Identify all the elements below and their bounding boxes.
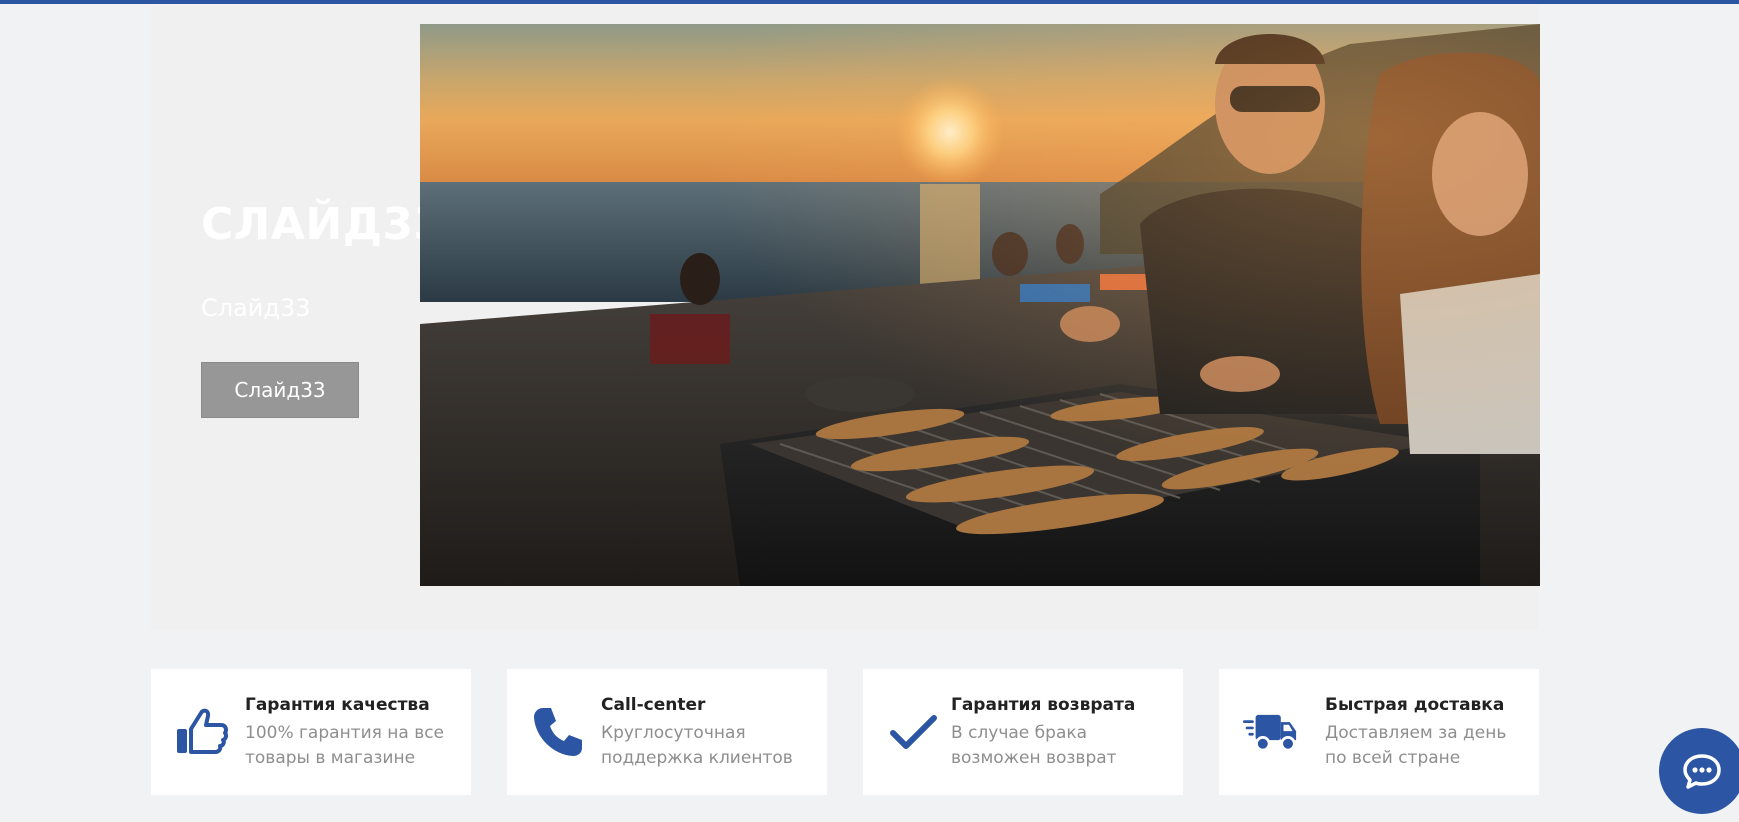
feature-desc-line: возможен возврат [951, 748, 1117, 768]
feature-description: Доставляем за день по всей стране [1325, 721, 1525, 771]
hero-photo [420, 24, 1540, 586]
thumbs-up-icon [177, 708, 229, 754]
chat-button[interactable] [1659, 728, 1739, 814]
feature-card-delivery: Быстрая доставка Доставляем за день по в… [1219, 669, 1539, 795]
feature-desc-line: по всей стране [1325, 748, 1461, 768]
feature-title: Гарантия возврата [951, 695, 1136, 715]
feature-description: 100% гарантия на все товары в магазине [245, 721, 445, 771]
feature-desc-line: Круглосуточная [601, 723, 746, 743]
top-accent-bar [0, 0, 1739, 4]
delivery-truck-icon [1243, 714, 1297, 752]
feature-title: Быстрая доставка [1325, 695, 1505, 715]
phone-icon [534, 708, 582, 756]
feature-card-call-center: Call-center Круглосуточная поддержка кли… [507, 669, 827, 795]
feature-title: Call-center [601, 695, 706, 715]
feature-desc-line: 100% гарантия на все [245, 723, 445, 743]
slide-title: СЛАЙД33 [201, 199, 445, 250]
features-row: Гарантия качества 100% гарантия на все т… [151, 669, 1539, 795]
feature-desc-line: В случае брака [951, 723, 1088, 743]
feature-card-return: Гарантия возврата В случае брака возможе… [863, 669, 1183, 795]
slide-subtitle: Слайд33 [201, 294, 311, 322]
feature-desc-line: Доставляем за день [1325, 723, 1507, 743]
feature-desc-line: поддержка клиентов [601, 748, 793, 768]
feature-card-quality: Гарантия качества 100% гарантия на все т… [151, 669, 471, 795]
feature-description: В случае брака возможен возврат [951, 721, 1151, 771]
feature-title: Гарантия качества [245, 695, 430, 715]
feature-description: Круглосуточная поддержка клиентов [601, 721, 801, 771]
slide-cta-button[interactable]: Слайд33 [201, 362, 359, 418]
chat-bubble-icon [1683, 754, 1721, 789]
feature-desc-line: товары в магазине [245, 748, 416, 768]
checkmark-icon [890, 715, 937, 749]
hero-slider: СЛАЙД33 Слайд33 Слайд33 [151, 6, 1540, 630]
